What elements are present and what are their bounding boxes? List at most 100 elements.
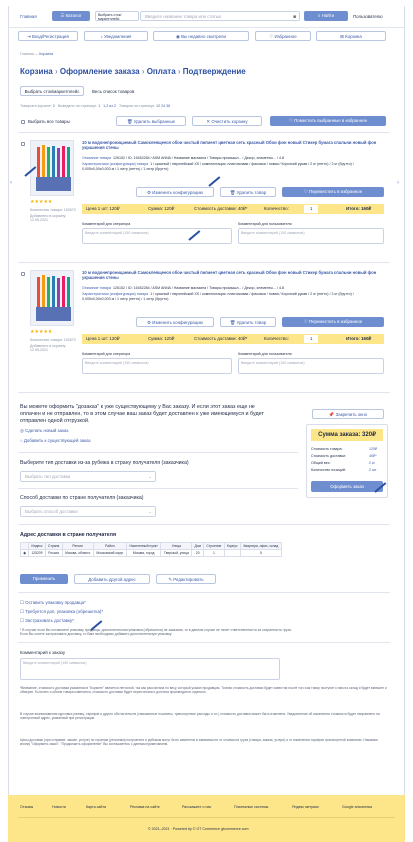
viewed-button[interactable]: ◉ Вы недавно смотрели xyxy=(153,31,249,41)
pages-label[interactable]: 1-2 из 2 xyxy=(103,104,116,108)
comment-user-label: Комментарий для пользователя xyxy=(238,222,292,226)
new-order-label: Сделать новый заказ xyxy=(25,428,69,433)
per-page-24[interactable]: 24 xyxy=(161,104,165,108)
cart-button[interactable]: ⊞ Корзина xyxy=(316,31,386,41)
product-title[interactable]: 10 м водонепроницаемый Самоклеящееся обо… xyxy=(82,140,382,150)
address-col-select xyxy=(19,542,30,550)
address-cell: Московский округ xyxy=(92,549,127,557)
footer-link[interactable]: Google аналитика xyxy=(342,805,372,809)
table-row[interactable]: ◉ 125209 Россия Москва, область Московск… xyxy=(19,549,283,557)
address-col-header: Район xyxy=(92,542,127,550)
delivery-method-select[interactable]: Выбрать способ доставки ⌄ xyxy=(20,506,156,517)
qty-label: Количество: xyxy=(264,206,289,211)
insure-option[interactable]: ☐ Застраховать доставку* xyxy=(20,618,74,624)
scroll-right-icon[interactable]: › xyxy=(397,180,399,186)
login-button[interactable]: ⇥ Вход/Регистрация xyxy=(18,31,78,41)
in-cart-label: Товаров в корзине: xyxy=(20,104,52,108)
shown-label: Выведено на странице: xyxy=(57,104,98,108)
address-radio[interactable]: ◉ xyxy=(19,549,30,557)
delivery-type-select[interactable]: Выбрать тип доставки ⌄ xyxy=(20,471,156,482)
search-button[interactable]: ⌕ Найти xyxy=(304,11,348,21)
rating-stars: ★★★★★ xyxy=(30,329,53,335)
desc-value: 126152 / ID: 15452284 / ASM ANNA / Назва… xyxy=(113,156,284,160)
cart-label: Корзина xyxy=(345,34,362,39)
step-cart[interactable]: Корзина xyxy=(20,67,53,76)
change-config-button[interactable]: ⚙ Изменить конфигурацию xyxy=(136,317,214,327)
add-address-label: Добавить другой адрес xyxy=(88,577,136,582)
delete-product-button[interactable]: 🗑 Удалить товар xyxy=(220,317,276,327)
clear-cart-button[interactable]: ✕ Очистить корзину xyxy=(192,116,262,126)
search-input[interactable]: Введите название товара или статью ◙ xyxy=(140,11,300,21)
favorites-label: Избранное xyxy=(274,34,297,39)
viewed-label: Вы недавно смотрели xyxy=(181,34,226,39)
footer-link[interactable]: Отзывы xyxy=(20,805,33,809)
order-comment-ph: Введите комментарий (150 символов) xyxy=(23,661,87,665)
delete-selected-button[interactable]: 🗑 Удалить выбранные xyxy=(116,116,186,126)
address-cell: Москва, город xyxy=(125,549,162,557)
scroll-left-icon[interactable]: ‹ xyxy=(10,180,12,186)
filter-stock-button[interactable]: Выбрать сток/маркетплейс xyxy=(20,86,84,96)
nav-home-link[interactable]: Главная xyxy=(20,14,37,19)
breadcrumb-cart[interactable]: Корзина xyxy=(39,52,53,56)
price-bar: Цена 1 шт: 120₽ Сумма: 120₽ Стоимость до… xyxy=(82,204,384,214)
footer-link[interactable]: Новости xyxy=(52,805,66,809)
product-checkbox[interactable] xyxy=(21,272,25,276)
merge-info: Вы можете оформить "дозаказ" к уже сущес… xyxy=(20,404,264,424)
select-all-checkbox[interactable] xyxy=(21,120,25,124)
line-total: Итого: 160₽ xyxy=(346,336,372,341)
breadcrumb-home[interactable]: Главная xyxy=(20,52,34,56)
delete-product-label: Удалить товар xyxy=(236,190,267,195)
comment-operator-field[interactable]: Введите комментарий (150 символов) xyxy=(82,228,232,244)
trash-icon: 🗑 xyxy=(126,119,134,124)
move-fav-label: Переместить в избранное xyxy=(308,189,363,194)
favorites-button[interactable]: ♡ Избранное xyxy=(255,31,311,41)
new-order-option[interactable]: ◎ Сделать новый заказ xyxy=(20,428,68,434)
delete-product-button[interactable]: 🗑 Удалить товар xyxy=(220,187,276,197)
search-placeholder: Введите название товара или статью xyxy=(145,14,222,19)
footer-link[interactable]: Платежные системы xyxy=(234,805,268,809)
product-title[interactable]: 10 м водонепроницаемый Самоклеящееся обо… xyxy=(82,270,382,280)
filter-all-link[interactable]: Весь список товаров xyxy=(92,89,134,94)
move-selected-fav-label: Поместить выбранные в избранное xyxy=(294,118,368,123)
comment-user-field[interactable]: Введите комментарий (150 символов) xyxy=(238,228,384,244)
pointer-arrow-icon xyxy=(88,622,104,638)
extra-packaging-option[interactable]: ☐ Требуется доп. упаковка (обрешетка)* xyxy=(20,609,103,615)
footer-link[interactable]: Реклама на сайте xyxy=(130,805,160,809)
apply-address-button[interactable]: Применить xyxy=(20,574,68,584)
comment-user-field[interactable]: Введите комментарий (150 символов) xyxy=(238,358,384,374)
disclaimer-text: В случае возникновения курсовых разниц, … xyxy=(20,712,380,721)
footer-link[interactable]: Карта сайта xyxy=(86,805,106,809)
order-comment-field[interactable]: Введите комментарий (150 символов) xyxy=(20,658,280,680)
qty-stepper[interactable]: 1 xyxy=(304,205,319,213)
product-desc-row: Описание товара 126152 / ID: 15452284 / … xyxy=(82,156,284,160)
footer-link[interactable]: Яндекс метрики xyxy=(292,805,319,809)
per-page-36[interactable]: 36 xyxy=(166,104,170,108)
checkout-label: Оформить заказ xyxy=(330,484,364,489)
add-address-button[interactable]: Добавить другой адрес xyxy=(74,574,150,584)
catalog-button[interactable]: ☰ Каталог xyxy=(52,11,90,21)
qty-stepper[interactable]: 1 xyxy=(304,335,319,343)
keep-packaging-option[interactable]: ☐ Оставить упаковку продавца* xyxy=(20,600,86,606)
notifications-button[interactable]: ♪ Уведомления xyxy=(84,31,148,41)
order-comment-label: Комментарий к заказу xyxy=(20,650,66,655)
per-page-12[interactable]: 12 xyxy=(156,104,160,108)
pin-window-button[interactable]: 📌 Закрепить окно xyxy=(312,409,384,419)
address-cell: Тверской, улица xyxy=(160,549,193,557)
address-col-header: Населенный пункт xyxy=(125,542,162,550)
product-image[interactable] xyxy=(30,270,74,326)
footer-link[interactable]: Расскажите о нас xyxy=(182,805,211,809)
stock-selector[interactable]: Выбрать сток/ маркетплейс xyxy=(95,11,139,21)
user-link[interactable]: Пользователю xyxy=(353,14,383,19)
notifications-label: Уведомления xyxy=(103,34,132,39)
move-fav-button[interactable]: ♡ Переместить в избранное xyxy=(282,187,384,197)
summary-title: Сумма заказа: 320₽ xyxy=(311,429,383,441)
comment-operator-field[interactable]: Введите комментарий (150 символов) xyxy=(82,358,232,374)
camera-icon[interactable]: ◙ xyxy=(293,12,296,21)
product-checkbox[interactable] xyxy=(21,142,25,146)
change-config-button[interactable]: ⚙ Изменить конфигурацию xyxy=(136,187,214,197)
edit-address-button[interactable]: ✎ Редактировать xyxy=(156,574,216,584)
move-fav-button[interactable]: ♡ Переместить в избранное xyxy=(282,317,384,327)
move-selected-fav-button[interactable]: ♡ Поместить выбранные в избранное xyxy=(270,116,386,126)
insure-label: Застраховать доставку* xyxy=(25,618,74,623)
add-existing-option[interactable]: ○ Добавить к существующей заказ xyxy=(20,438,91,443)
